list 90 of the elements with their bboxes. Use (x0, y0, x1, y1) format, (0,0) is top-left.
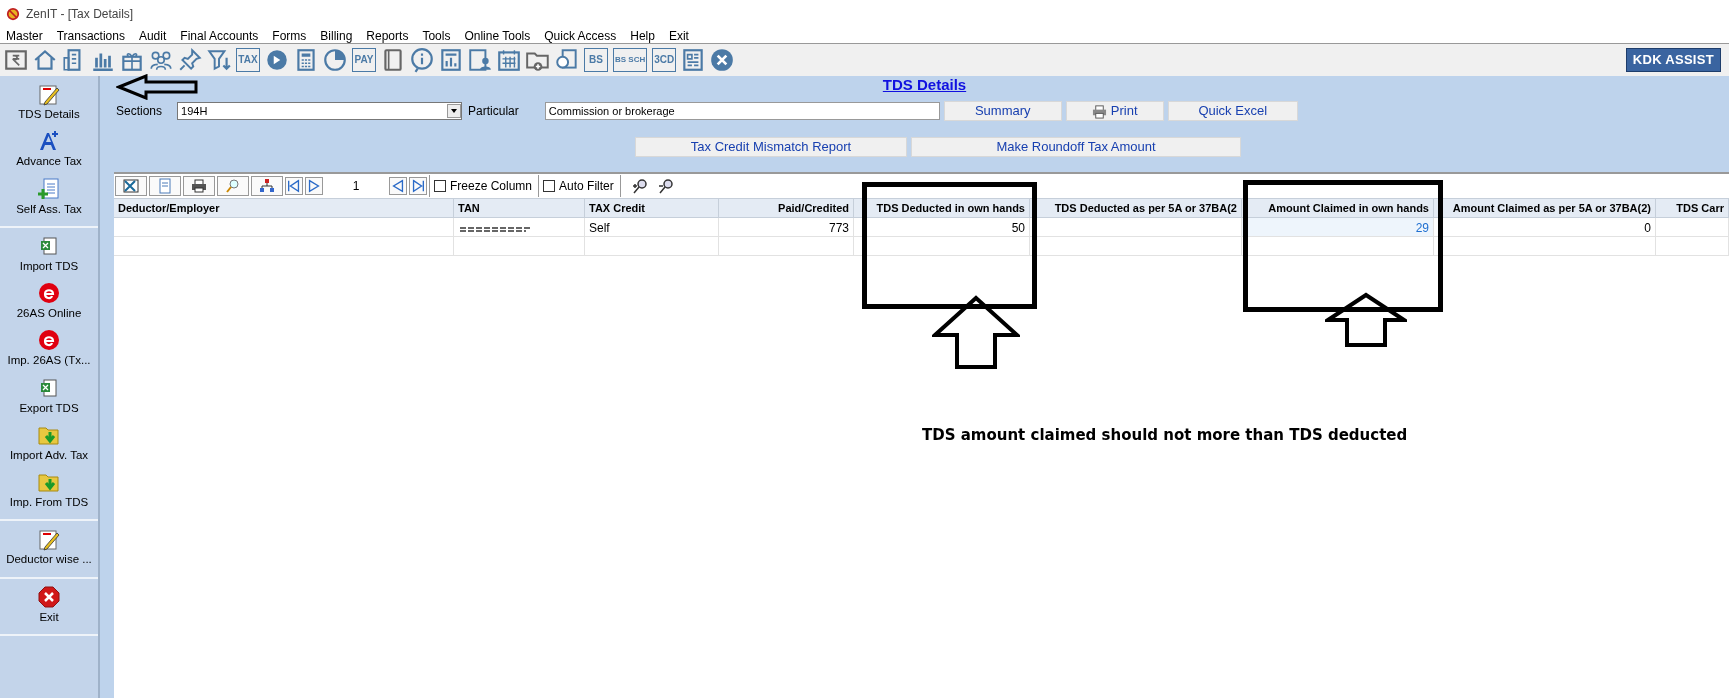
tax-pencil-icon[interactable] (37, 527, 61, 552)
column-header[interactable]: Deductor/Employer (114, 198, 454, 218)
form-button[interactable]: Print (1065, 101, 1164, 121)
menu-item[interactable]: Online Tools (464, 26, 531, 45)
menu-item[interactable]: Help (630, 26, 655, 45)
table-cell: 29 (1242, 218, 1434, 237)
assist-button[interactable]: KDK ASSIST (1625, 48, 1721, 72)
column-header[interactable]: TDS Deducted as per 5A or 37BA(2 (1030, 198, 1242, 218)
search-icon[interactable] (224, 178, 242, 194)
menu-item[interactable]: Reports (366, 26, 409, 45)
sidebar-item[interactable]: Advance Tax (16, 153, 82, 171)
home-icon[interactable] (32, 47, 58, 73)
table-cell: 0 (1434, 218, 1656, 237)
sidebar-item[interactable]: TDS Details (18, 106, 80, 124)
sidebar-item[interactable]: Import TDS (19, 257, 79, 275)
form-button[interactable]: Tax Credit Mismatch Report (635, 137, 907, 157)
info-icon[interactable] (409, 47, 435, 73)
letter-e-icon[interactable] (37, 281, 61, 305)
disc-icon[interactable] (264, 47, 290, 73)
close-icon[interactable] (709, 47, 736, 73)
toolbar-button[interactable]: PAY (352, 48, 376, 72)
checkbox-label: Freeze Column (450, 178, 533, 195)
table-cell: 50 (854, 218, 1030, 237)
pin-icon[interactable] (177, 47, 203, 73)
menu-item[interactable]: Tools (422, 26, 451, 45)
toolbar-button[interactable]: BS (584, 48, 608, 72)
window-title: ZenIT - [Tax Details] (26, 6, 134, 23)
auto-filter-checkbox[interactable] (543, 180, 556, 192)
export-excel-icon[interactable] (122, 178, 140, 194)
menu-item[interactable]: Exit (668, 26, 689, 45)
annotation-text: TDS amount claimed should not more than TDS deducted (922, 425, 1408, 446)
calendar-icon[interactable] (496, 47, 522, 73)
menu-item[interactable]: Forms (272, 26, 307, 45)
letter-e-icon[interactable] (37, 328, 61, 353)
banknote-icon[interactable] (3, 47, 29, 73)
toolbar-button[interactable]: TAX (236, 48, 260, 72)
column-header[interactable]: Amount Claimed as per 5A or 37BA(2) (1434, 198, 1656, 218)
menu-item[interactable]: Master (6, 26, 43, 45)
document-plus-icon[interactable] (37, 176, 61, 201)
sidebar-item[interactable]: Self Ass. Tax (16, 200, 82, 218)
form-title: TDS Details (882, 76, 967, 93)
column-header[interactable]: TDS Carr (1656, 198, 1729, 218)
menu-item[interactable]: Transactions (56, 26, 125, 45)
previous-page-icon[interactable] (389, 177, 407, 195)
menu-item[interactable]: Audit (138, 26, 167, 45)
sidebar-item[interactable]: Deductor wise ... (6, 551, 92, 569)
sidebar-item[interactable]: 26AS Online (16, 305, 82, 323)
column-header[interactable]: Paid/Credited (719, 198, 854, 218)
filter-icon[interactable] (206, 47, 232, 73)
caret-icon (450, 107, 459, 115)
sidebar-item[interactable]: Exit (39, 608, 59, 626)
contact-card-icon[interactable] (467, 47, 493, 73)
next-page-icon[interactable] (305, 177, 323, 195)
freeze-column-checkbox[interactable] (434, 180, 446, 192)
field-label: Sections (116, 103, 163, 120)
form-button[interactable]: Quick Excel (1167, 101, 1298, 121)
checkbox-label: Auto Filter (559, 178, 614, 195)
sidebar-item[interactable]: Import Adv. Tax (9, 446, 89, 464)
table-cell: 773 (719, 218, 854, 237)
column-header[interactable]: TAN (454, 198, 585, 218)
page-number: 1 (351, 178, 361, 195)
last-page-icon[interactable] (409, 177, 427, 195)
printer-icon[interactable] (190, 178, 208, 194)
column-header[interactable]: Amount Claimed in own hands (1242, 198, 1434, 218)
form-button[interactable]: Make Roundoff Tax Amount (911, 137, 1241, 157)
menu-item[interactable]: Billing (320, 26, 353, 45)
sections-dropdown[interactable]: 194H (177, 102, 463, 120)
column-header[interactable]: TAX Credit (585, 198, 719, 218)
app-logo-icon (6, 7, 20, 21)
sidebar-item[interactable]: Imp. 26AS (Tx... (7, 352, 91, 370)
menu-item[interactable]: Quick Access (544, 26, 617, 45)
particular-field[interactable]: Commission or brokerage (544, 102, 940, 120)
tax-pencil-icon[interactable] (37, 82, 61, 106)
table-cell: Self (585, 218, 719, 237)
sidebar-item[interactable]: Imp. From TDS (9, 494, 89, 512)
pie-chart-icon[interactable] (322, 47, 348, 73)
form-button[interactable]: Summary (943, 101, 1062, 121)
printer-icon (1091, 103, 1107, 119)
menu-item[interactable]: Final Accounts (180, 26, 259, 45)
exit-icon[interactable] (37, 584, 61, 609)
hierarchy-icon[interactable] (258, 178, 276, 194)
column-header[interactable]: TDS Deducted in own hands (854, 198, 1030, 218)
first-page-icon[interactable] (285, 177, 303, 195)
toolbar-button[interactable]: 3CD (652, 48, 677, 72)
zoom-in-icon[interactable] (630, 178, 649, 194)
report-icon[interactable] (438, 47, 464, 73)
toolbar-button[interactable]: BS SCH (613, 48, 648, 72)
zoom-out-icon[interactable] (656, 178, 675, 194)
field-label: Particular (468, 103, 519, 120)
sidebar-item[interactable]: Export TDS (19, 399, 79, 417)
